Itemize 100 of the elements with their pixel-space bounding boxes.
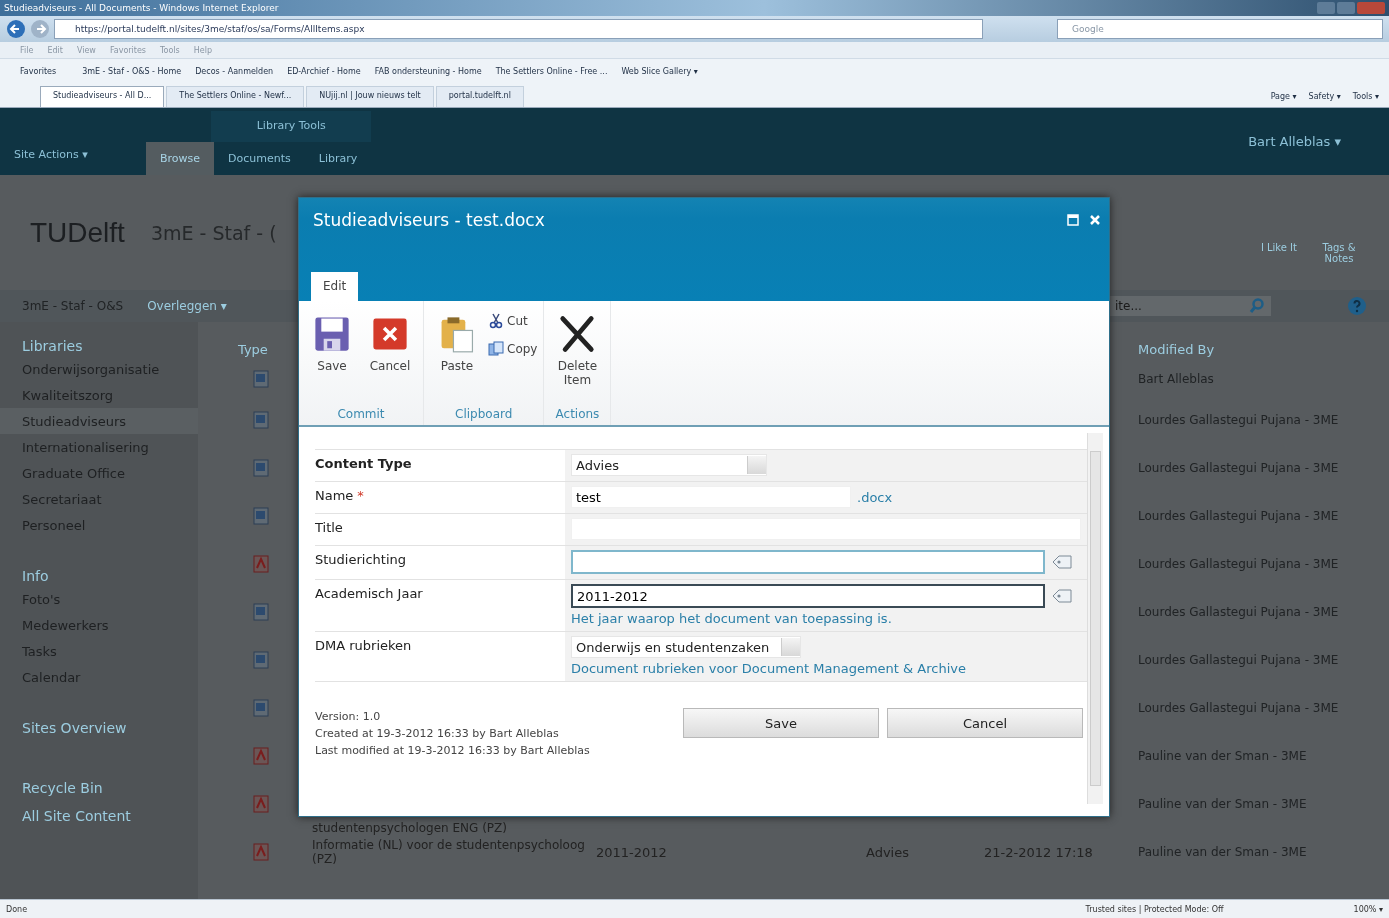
status-text: Done	[6, 904, 28, 914]
ribbon-button[interactable]: Cut	[486, 311, 540, 331]
word-document-icon	[253, 370, 269, 388]
favorite-link[interactable]: Decos - Aanmelden	[195, 66, 274, 76]
version-info: Created at 19-3-2012 16:33 by Bart Alleblas	[315, 726, 560, 742]
favorites-button[interactable]: Favorites	[20, 66, 57, 76]
tag-icon[interactable]	[1051, 554, 1073, 570]
ribbon-tab[interactable]: Documents	[214, 142, 305, 175]
ribbon-button[interactable]: Copy	[486, 339, 540, 359]
ribbon-button[interactable]: Paste	[428, 311, 486, 393]
social-button[interactable]: Tags & Notes	[1319, 241, 1359, 264]
scissors-icon	[488, 313, 504, 329]
ribbon-tab[interactable]: Browse	[146, 142, 215, 175]
word-document-icon	[253, 411, 269, 429]
term-field[interactable]	[571, 550, 1045, 574]
maximize-icon[interactable]	[1067, 214, 1079, 226]
ribbon-group-label: Actions	[554, 407, 601, 423]
zoom-level[interactable]: 100% ▾	[1353, 904, 1383, 914]
word-document-icon	[253, 651, 269, 669]
table-cell-text: Lourdes Gallastegui Pujana - 3ME	[1138, 413, 1340, 427]
maximize-button[interactable]	[1337, 2, 1355, 14]
nav-footer-link[interactable]: All Site Content	[0, 806, 198, 826]
ribbon-group-label: Clipboard	[454, 407, 514, 423]
word-document-icon	[253, 699, 269, 717]
nav-heading[interactable]: Libraries	[0, 336, 198, 356]
table-cell-text: Lourdes Gallastegui Pujana - 3ME	[1138, 557, 1340, 571]
table-cell: 2011-2012	[596, 844, 667, 860]
column-header[interactable]: Modified By	[1138, 341, 1389, 357]
search-icon[interactable]	[1249, 298, 1265, 314]
tool-group-label: Library Tools	[211, 111, 372, 142]
table-cell-text: Bart Alleblas	[1138, 372, 1215, 386]
browser-tab[interactable]: NUjij.nl | Jouw nieuws telt	[306, 86, 434, 107]
field-label: Name	[315, 488, 354, 503]
field-description: Het jaar waarop het document van toepassing is.	[571, 611, 893, 626]
command-button[interactable]: Tools ▾	[1352, 92, 1379, 101]
version-info: Version: 1.0	[315, 709, 382, 725]
security-zone: Trusted sites | Protected Mode: Off	[1085, 904, 1224, 914]
word-document-icon	[253, 459, 269, 477]
table-cell-text: Lourdes Gallastegui Pujana - 3ME	[1138, 509, 1340, 523]
field-label: Academisch Jaar	[315, 586, 423, 601]
browser-tab[interactable]: The Settlers Online - Newf...	[166, 86, 305, 107]
site-actions-menu[interactable]: Site Actions ▾	[14, 148, 146, 161]
word-document-icon	[253, 603, 269, 621]
copy-icon	[488, 341, 504, 357]
pdf-document-icon	[253, 555, 269, 573]
word-document-icon	[253, 507, 269, 525]
ribbon-button[interactable]: Save	[303, 311, 361, 393]
dropdown[interactable]: Onderwijs en studentenzaken	[571, 636, 802, 658]
favorite-link[interactable]: 3mE - Staf - O&S - Home	[82, 66, 182, 76]
field-label: Title	[315, 520, 343, 535]
address-field[interactable]: https://portal.tudelft.nl/sites/3me/staf/os/sa/Forms/AllItems.aspx	[54, 19, 983, 39]
version-info: Last modified at 19-3-2012 16:33 by Bart Alleblas	[315, 743, 591, 759]
close-button[interactable]	[1357, 2, 1385, 14]
nav-heading[interactable]: Info	[0, 566, 198, 586]
delete-x-icon	[558, 315, 597, 353]
pdf-document-icon	[253, 795, 269, 813]
back-icon[interactable]	[6, 19, 26, 39]
favorite-link[interactable]: The Settlers Online - Free ...	[495, 66, 608, 76]
text-field[interactable]: test	[571, 486, 851, 508]
table-cell-text: Pauline van der Sman - 3ME	[1138, 797, 1308, 811]
pdf-document-icon	[253, 843, 269, 861]
favorite-link[interactable]: Web Slice Gallery ▾	[621, 66, 698, 76]
field-label: Content Type	[315, 456, 412, 471]
tag-icon[interactable]	[1051, 588, 1073, 604]
term-field[interactable]: 2011-2012	[571, 584, 1045, 608]
table-cell: Advies	[866, 844, 909, 860]
dropdown[interactable]: Advies	[571, 454, 767, 476]
scrollbar[interactable]	[1087, 433, 1103, 804]
dialog-button[interactable]: Cancel	[887, 708, 1083, 738]
table-cell-text: Lourdes Gallastegui Pujana - 3ME	[1138, 701, 1340, 715]
nav-heading[interactable]: Sites Overview	[0, 718, 198, 738]
help-icon[interactable]	[1347, 296, 1367, 316]
user-menu[interactable]: Bart Alleblas ▾	[1248, 134, 1389, 149]
forward-icon[interactable]	[30, 19, 50, 39]
browser-tab[interactable]: portal.tudelft.nl	[435, 86, 524, 107]
command-button[interactable]: Page ▾	[1270, 92, 1297, 101]
table-cell-text: Pauline van der Sman - 3ME	[1138, 749, 1308, 763]
favorite-link[interactable]: ED-Archief - Home	[287, 66, 361, 76]
pdf-document-icon	[253, 747, 269, 765]
table-cell-text: Lourdes Gallastegui Pujana - 3ME	[1138, 653, 1340, 667]
field-label: Studierichting	[315, 552, 406, 567]
nav-footer-link[interactable]: Recycle Bin	[0, 778, 198, 798]
dialog-title: Studieadviseurs - test.docx	[313, 210, 546, 230]
ribbon-button[interactable]: Cancel	[361, 311, 419, 393]
ribbon-tab[interactable]: Library	[304, 142, 372, 175]
ribbon-button[interactable]: Delete Item	[548, 311, 607, 393]
browser-tab[interactable]: Studieadviseurs - All D...	[40, 86, 165, 107]
favorite-link[interactable]: FAB ondersteuning - Home	[374, 66, 482, 76]
top-nav-link[interactable]: Overleggen ▾	[147, 299, 227, 313]
social-button[interactable]: I Like It	[1260, 241, 1297, 264]
command-button[interactable]: Safety ▾	[1308, 92, 1341, 101]
field-description: Document rubrieken voor Document Management & Archive	[571, 661, 967, 676]
required-marker: *	[357, 488, 364, 503]
dialog-button[interactable]: Save	[683, 708, 879, 738]
ribbon-tab[interactable]: Edit	[311, 272, 359, 301]
file-extension: .docx	[857, 489, 893, 505]
window-title: Studieadviseurs - All Documents - Windows Internet Explorer	[4, 3, 279, 13]
site-logo: TUDelft	[30, 216, 125, 249]
close-icon[interactable]	[1089, 214, 1101, 226]
minimize-button[interactable]	[1317, 2, 1335, 14]
